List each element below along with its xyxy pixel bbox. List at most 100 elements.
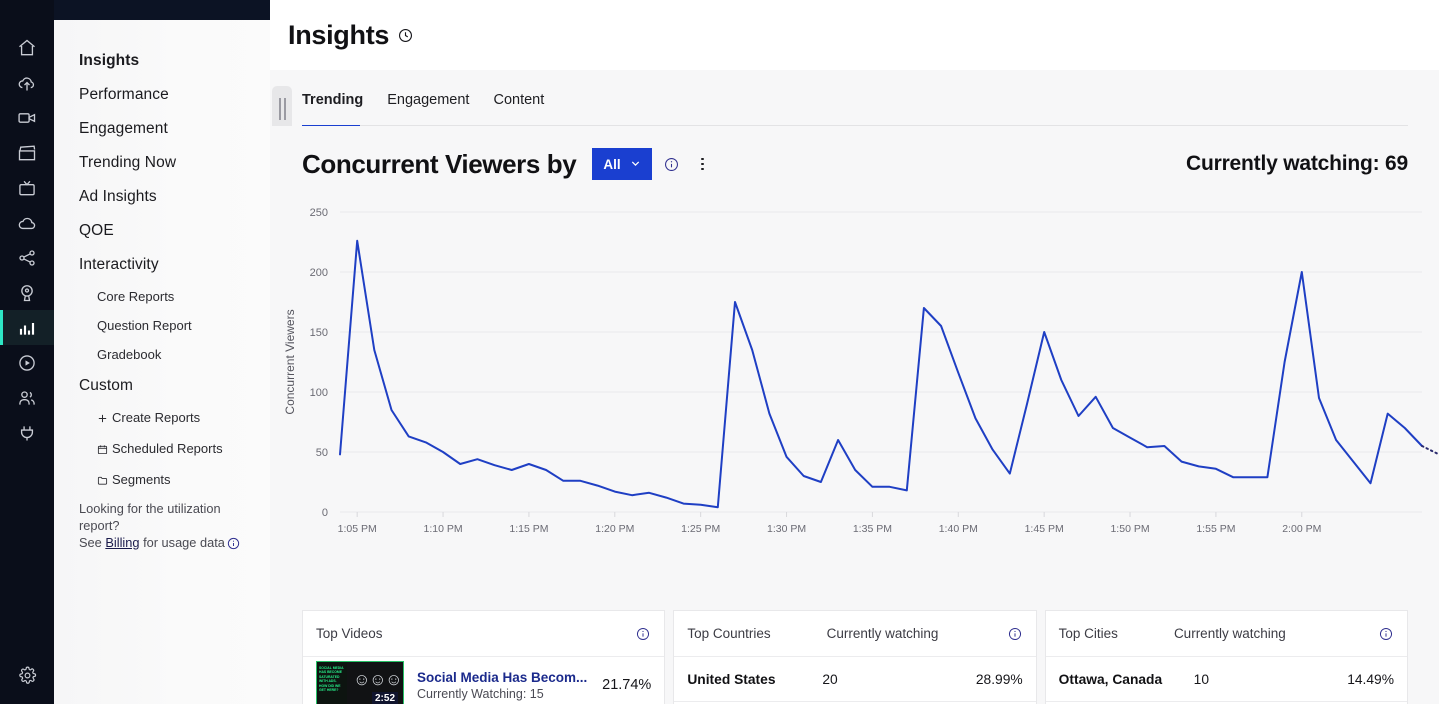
rail-item-video[interactable]: [0, 100, 54, 135]
rail-item-analytics[interactable]: [0, 310, 54, 345]
utilization-note-line1: Looking for the utilization report?: [79, 500, 259, 534]
svg-text:1:05 PM: 1:05 PM: [338, 523, 377, 534]
utilization-note-rest: for usage data: [143, 535, 225, 550]
play-circle-icon: [17, 353, 37, 373]
video-meta: Social Media Has Becom... Currently Watc…: [417, 670, 592, 701]
rail-item-cloud[interactable]: [0, 205, 54, 240]
nav-item-gradebook[interactable]: Gradebook: [79, 340, 270, 369]
tabs-bar: Trending Engagement Content: [270, 70, 1439, 126]
chart-header: Concurrent Viewers by All Currently watc…: [270, 126, 1439, 180]
tab-trending[interactable]: Trending: [302, 92, 363, 118]
nav-item-core-reports[interactable]: Core Reports: [79, 282, 270, 311]
panel-top-videos: Top Videos SOCIAL MEDIA HAS BECOME SATUR…: [302, 610, 665, 704]
rail-item-upload[interactable]: [0, 65, 54, 100]
cloud-icon: [17, 213, 37, 233]
svg-text:250: 250: [310, 207, 328, 219]
chart-info-icon[interactable]: [664, 157, 679, 172]
table-row[interactable]: United States 20 28.99%: [674, 657, 1035, 702]
nav-item-segments[interactable]: Segments: [79, 465, 270, 496]
panel-top-cities-title: Top Cities: [1059, 626, 1118, 641]
nav-item-ad-insights[interactable]: Ad Insights: [79, 180, 270, 214]
share-icon: [17, 248, 37, 268]
utilization-note-line2: See Billing for usage data: [79, 534, 259, 554]
nav-item-engagement[interactable]: Engagement: [79, 112, 270, 146]
tab-content[interactable]: Content: [493, 92, 544, 118]
upload-cloud-icon: [17, 73, 37, 93]
svg-text:1:40 PM: 1:40 PM: [939, 523, 978, 534]
panel-top-cities-header: Top Cities Currently watching: [1046, 611, 1407, 657]
city-watching-count: 10: [1194, 672, 1209, 687]
clock-icon[interactable]: [398, 28, 413, 43]
svg-text:0: 0: [322, 507, 328, 519]
rail-item-interactivity[interactable]: [0, 275, 54, 310]
rail-settings[interactable]: [0, 666, 54, 690]
country-name: United States: [687, 672, 822, 687]
info-icon[interactable]: [636, 627, 650, 641]
rail-item-home[interactable]: [0, 30, 54, 65]
nav-item-segments-label: Segments: [112, 472, 171, 487]
list-item[interactable]: SOCIAL MEDIA HAS BECOME SATURATED WITH A…: [303, 657, 664, 704]
video-camera-icon: [17, 108, 37, 128]
billing-link[interactable]: Billing: [105, 535, 139, 550]
panel-top-cities-col-watching: Currently watching: [1174, 626, 1286, 641]
nav-item-question-report[interactable]: Question Report: [79, 311, 270, 340]
info-icon[interactable]: [1008, 627, 1022, 641]
svg-text:100: 100: [310, 387, 328, 399]
panel-top-countries-title: Top Countries: [687, 626, 770, 641]
nav-item-create-reports[interactable]: Create Reports: [79, 403, 270, 434]
currently-watching-total: Currently watching: 69: [1186, 152, 1408, 176]
more-vertical-icon[interactable]: [697, 154, 708, 175]
info-icon[interactable]: [1379, 627, 1393, 641]
plug-icon: [17, 423, 37, 443]
table-row[interactable]: Ottawa, Canada 10 14.49%: [1046, 657, 1407, 702]
svg-text:50: 50: [316, 447, 328, 459]
interactive-touch-icon: [17, 283, 37, 303]
info-icon[interactable]: [227, 537, 240, 554]
svg-text:1:50 PM: 1:50 PM: [1110, 523, 1149, 534]
tv-icon: [17, 178, 37, 198]
panel-top-countries: Top Countries Currently watching United …: [673, 610, 1036, 704]
panel-top-videos-header: Top Videos: [303, 611, 664, 657]
folder-icon: [97, 467, 112, 496]
panel-drag-handle[interactable]: [272, 86, 292, 131]
rail-item-player[interactable]: [0, 345, 54, 380]
figure-glyph: ☺: [353, 670, 370, 690]
nav-item-qoe[interactable]: QOE: [79, 214, 270, 248]
nav-item-trending-now[interactable]: Trending Now: [79, 146, 270, 180]
chart-filter-dropdown[interactable]: All: [592, 148, 652, 180]
country-share-percent: 28.99%: [976, 672, 1023, 687]
rail-item-audience[interactable]: [0, 380, 54, 415]
panel-top-cities: Top Cities Currently watching Ottawa, Ca…: [1045, 610, 1408, 704]
nav-item-performance[interactable]: Performance: [79, 78, 270, 112]
chart-filter-label: All: [603, 157, 620, 172]
svg-text:1:25 PM: 1:25 PM: [681, 523, 720, 534]
calendar-icon: [97, 436, 112, 465]
rail-item-clapperboard[interactable]: [0, 135, 54, 170]
nav-item-scheduled-reports[interactable]: Scheduled Reports: [79, 434, 270, 465]
video-share-percent: 21.74%: [602, 677, 651, 693]
icon-rail-items: [0, 0, 54, 450]
tab-list: Trending Engagement Content: [302, 92, 544, 118]
icon-rail: [0, 0, 54, 704]
secondary-nav: Insights Performance Engagement Trending…: [54, 0, 270, 704]
city-share-percent: 14.49%: [1347, 672, 1394, 687]
figure-glyph: ☺: [385, 670, 402, 690]
svg-text:2:00 PM: 2:00 PM: [1282, 523, 1321, 534]
trending-content: Concurrent Viewers by All Currently watc…: [270, 126, 1439, 704]
chart-title: Concurrent Viewers by: [302, 149, 576, 180]
nav-item-interactivity[interactable]: Interactivity: [79, 248, 270, 282]
rail-item-integrations[interactable]: [0, 415, 54, 450]
video-title-link[interactable]: Social Media Has Becom...: [417, 670, 592, 685]
nav-items: Insights Performance Engagement Trending…: [54, 44, 270, 496]
svg-text:1:20 PM: 1:20 PM: [595, 523, 634, 534]
rail-item-share[interactable]: [0, 240, 54, 275]
plus-icon: [97, 405, 112, 434]
nav-item-custom[interactable]: Custom: [79, 369, 270, 403]
nav-item-insights[interactable]: Insights: [79, 44, 270, 78]
chart-canvas: 050100150200250Concurrent Viewers1:05 PM…: [270, 194, 1439, 534]
nav-top-strip: [54, 0, 270, 20]
tab-engagement[interactable]: Engagement: [387, 92, 469, 118]
video-currently-watching: Currently Watching: 15: [417, 687, 592, 701]
figure-glyph: ☺: [369, 670, 386, 690]
rail-item-tv[interactable]: [0, 170, 54, 205]
